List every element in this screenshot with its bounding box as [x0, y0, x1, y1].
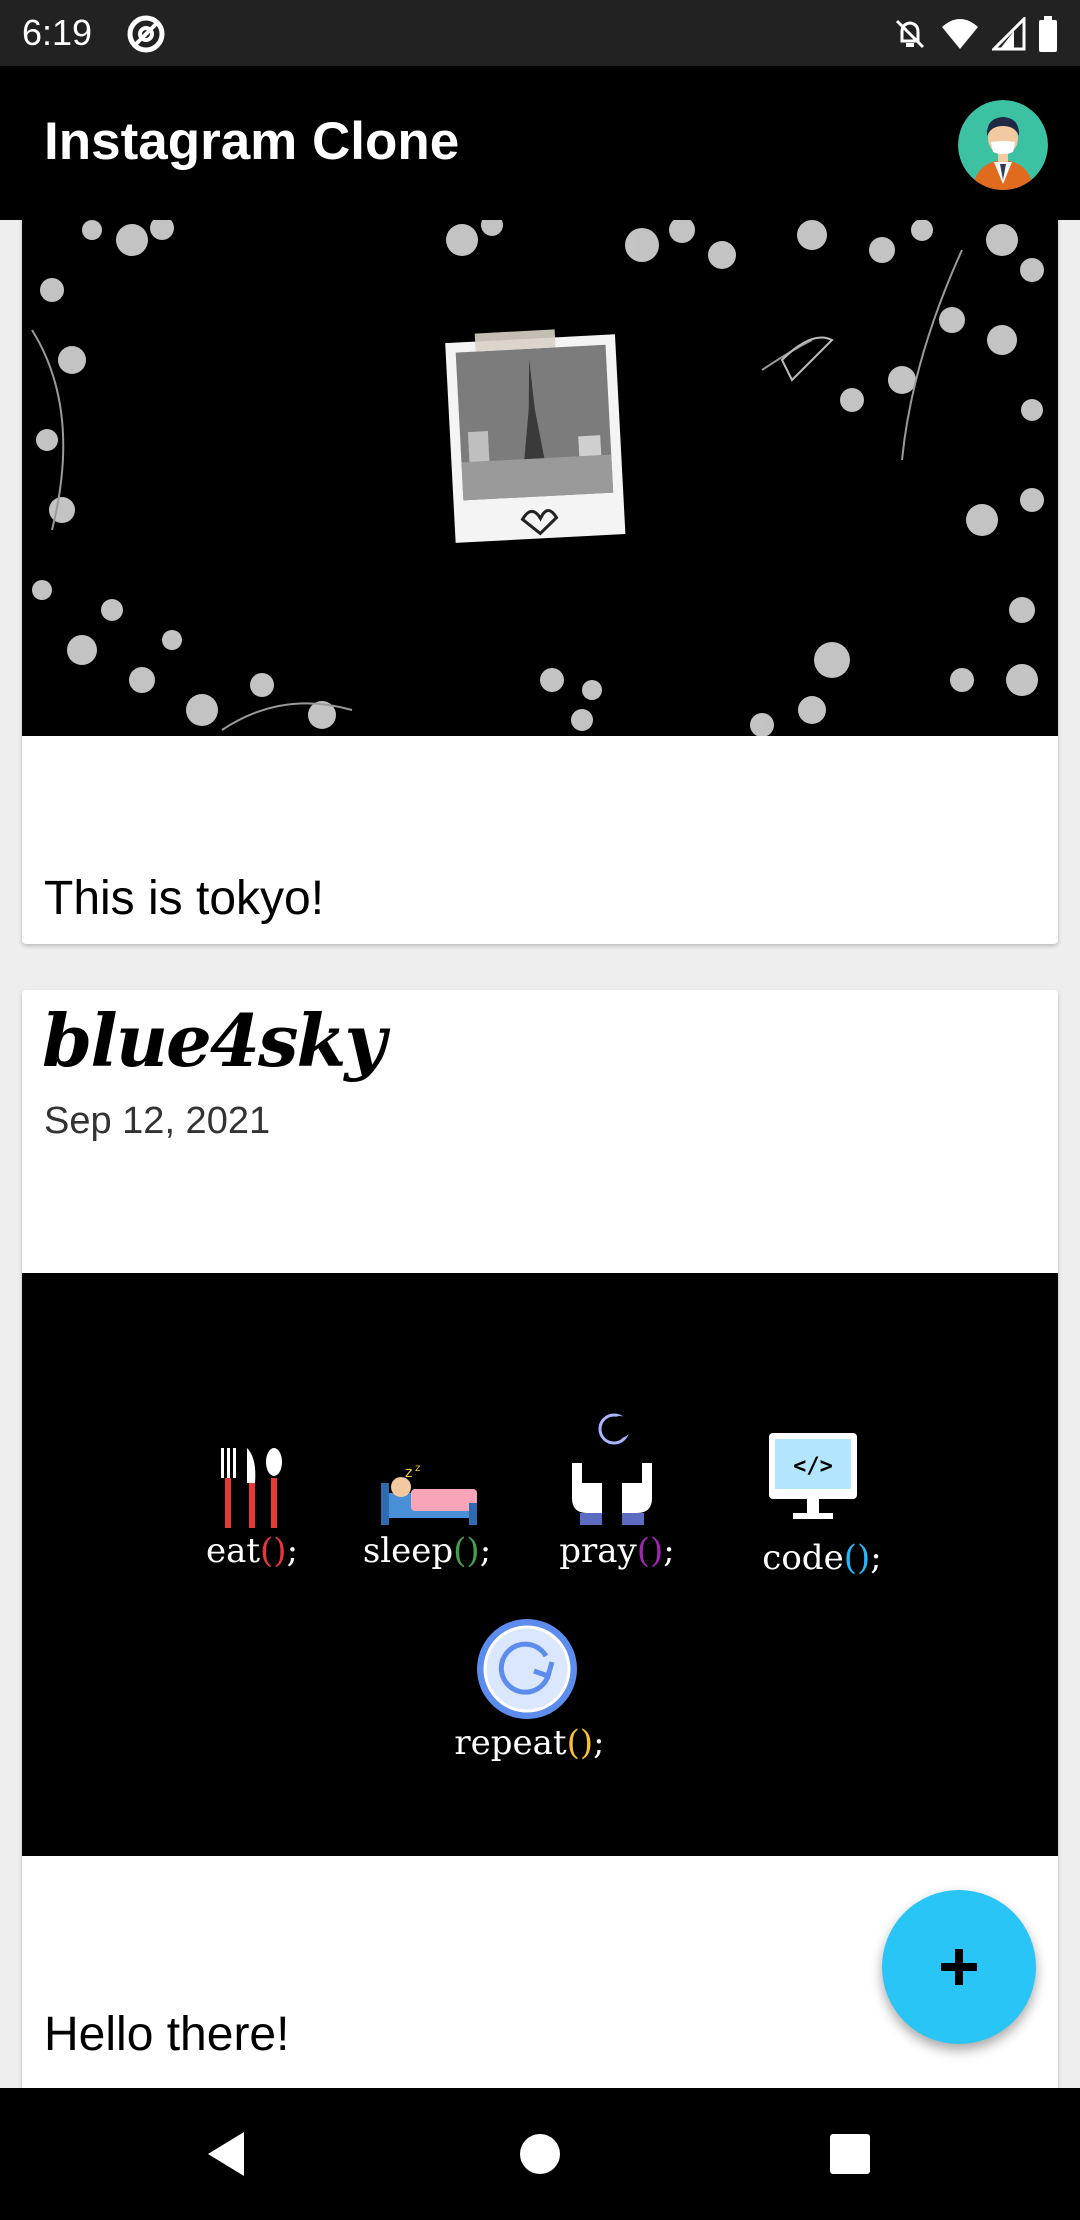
wifi-icon [940, 17, 980, 51]
eat-sleep-pray-code-repeat-image[interactable]: eat(); z z sleep(); pray(); </> code(); … [22, 1273, 1058, 1856]
post-username[interactable]: blue4sky [42, 998, 386, 1084]
notifications-off-icon [892, 16, 928, 52]
post-caption: Hello there! [44, 2008, 290, 2061]
status-icons [892, 12, 1058, 56]
eat-label: eat(); [205, 1531, 299, 1571]
praying-hands-icon [572, 1413, 652, 1525]
recents-icon[interactable] [820, 2124, 880, 2184]
repeat-icon [477, 1619, 577, 1719]
app-bar: Instagram Clone [0, 66, 1080, 220]
signal-icon [992, 17, 1026, 51]
sleep-label: sleep(); [362, 1531, 492, 1571]
fork-knife-icon [221, 1448, 282, 1528]
post-feed[interactable]: This is tokyo! blue4sky Sep 12, 2021 eat… [0, 220, 1080, 2088]
svg-text:</>: </> [793, 1454, 833, 1479]
battery-icon [1038, 16, 1058, 52]
repeat-label: repeat(); [454, 1723, 605, 1763]
status-time: 6:19 [22, 12, 93, 53]
user-avatar-icon[interactable] [958, 100, 1048, 190]
post-card[interactable]: This is tokyo! [22, 220, 1058, 944]
post-date: Sep 12, 2021 [44, 1100, 271, 1142]
back-icon[interactable] [196, 2124, 256, 2184]
at-sign-icon [126, 14, 166, 54]
post-caption: This is tokyo! [44, 872, 325, 925]
monitor-code-icon: </> [769, 1433, 857, 1519]
tokyo-polaroid-flowers-image[interactable] [22, 220, 1058, 737]
home-icon[interactable] [510, 2124, 570, 2184]
code-label: code(); [762, 1538, 882, 1578]
navigation-bar [0, 2088, 1080, 2220]
bed-icon: z z [381, 1463, 477, 1525]
plus-icon [941, 1949, 977, 1985]
svg-text:z: z [405, 1465, 412, 1481]
add-post-button[interactable] [882, 1890, 1036, 2044]
app-title: Instagram Clone [44, 112, 460, 171]
svg-text:z: z [415, 1463, 420, 1474]
status-bar: 6:19 [0, 0, 1080, 66]
pray-label: pray(); [559, 1531, 675, 1571]
